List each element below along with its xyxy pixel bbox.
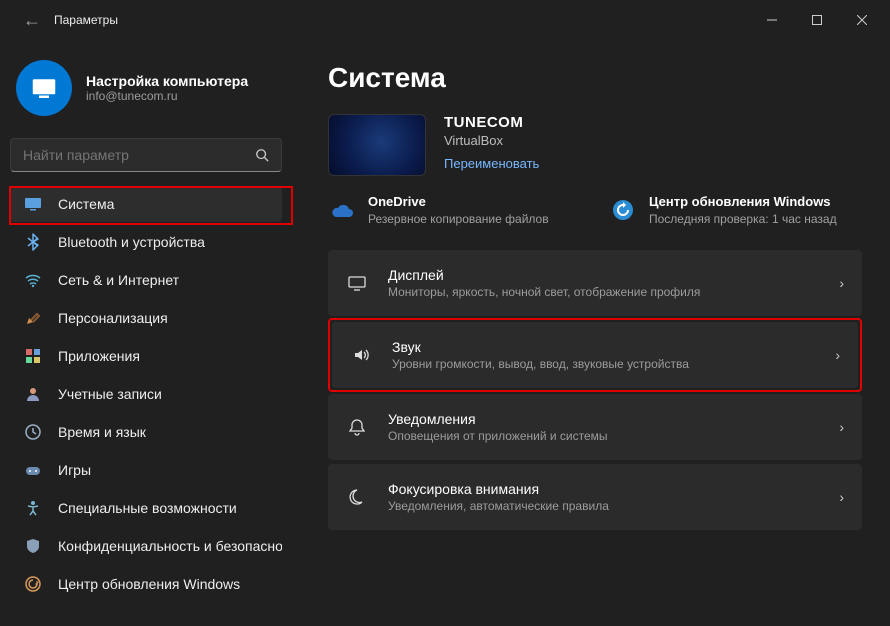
card-title: Звук [392,339,815,355]
update-icon [609,196,637,224]
nav-list: Система Bluetooth и устройства Сеть & и Ин… [10,186,282,602]
nav-item-system[interactable]: Система [10,186,282,222]
card-notifications[interactable]: Уведомления Оповещения от приложений и си… [328,394,862,460]
nav-label: Центр обновления Windows [58,576,240,592]
update-title: Центр обновления Windows [649,194,837,209]
focus-icon [346,487,368,507]
minimize-button[interactable] [749,4,794,36]
card-sound[interactable]: Звук Уровни громкости, вывод, ввод, звуко… [332,322,858,388]
rename-link[interactable]: Переименовать [444,156,539,171]
card-title: Уведомления [388,411,819,427]
nav-item-network[interactable]: Сеть & и Интернет [10,262,282,298]
nav-item-accessibility[interactable]: Специальные возможности [10,490,282,526]
network-icon [24,271,42,289]
update-status[interactable]: Центр обновления Windows Последняя прове… [609,194,862,228]
nav-label: Специальные возможности [58,500,237,516]
avatar [16,60,72,116]
device-thumbnail [328,114,426,176]
privacy-icon [24,537,42,555]
nav-label: Система [58,196,114,212]
accounts-icon [24,385,42,403]
chevron-right-icon: › [839,275,844,291]
gaming-icon [24,461,42,479]
update-icon [24,575,42,593]
close-button[interactable] [839,4,884,36]
card-focus[interactable]: Фокусировка внимания Уведомления, автомат… [328,464,862,530]
cloud-icon [328,196,356,224]
sound-icon [350,345,372,365]
time-icon [24,423,42,441]
nav-item-time[interactable]: Время и язык [10,414,282,450]
card-title: Дисплей [388,267,819,283]
display-icon [346,273,368,293]
user-block[interactable]: Настройка компьютера info@tunecom.ru [10,50,282,134]
nav-label: Время и язык [58,424,146,440]
window-title: Параметры [54,13,118,27]
accessibility-icon [24,499,42,517]
nav-label: Конфиденциальность и безопасность [58,538,282,554]
settings-cards: Дисплей Мониторы, яркость, ночной свет, о… [328,250,862,530]
card-desc: Оповещения от приложений и системы [388,429,819,443]
nav-label: Приложения [58,348,140,364]
search-box[interactable] [10,138,282,172]
maximize-button[interactable] [794,4,839,36]
device-sub: VirtualBox [444,133,539,148]
notifications-icon [346,417,368,437]
chevron-right-icon: › [835,347,840,363]
chevron-right-icon: › [839,419,844,435]
apps-icon [24,347,42,365]
nav-item-privacy[interactable]: Конфиденциальность и безопасность [10,528,282,564]
search-icon [255,148,269,162]
nav-label: Bluetooth и устройства [58,234,205,250]
search-input[interactable] [23,147,255,163]
nav-item-accounts[interactable]: Учетные записи [10,376,282,412]
personalization-icon [24,309,42,327]
card-title: Фокусировка внимания [388,481,819,497]
device-block: TUNECOM VirtualBox Переименовать [328,114,862,176]
nav-item-update[interactable]: Центр обновления Windows [10,566,282,602]
card-desc: Уровни громкости, вывод, ввод, звуковые … [392,357,815,371]
system-icon [24,195,42,213]
nav-label: Персонализация [58,310,168,326]
chevron-right-icon: › [839,489,844,505]
onedrive-title: OneDrive [368,194,549,209]
back-button[interactable]: ← [18,10,46,31]
nav-label: Игры [58,462,91,478]
page-heading: Система [328,62,862,94]
bluetooth-icon [24,233,42,251]
nav-item-apps[interactable]: Приложения [10,338,282,374]
card-display[interactable]: Дисплей Мониторы, яркость, ночной свет, о… [328,250,862,316]
nav-label: Сеть & и Интернет [58,272,179,288]
nav-label: Учетные записи [58,386,162,402]
user-email: info@tunecom.ru [86,89,248,103]
onedrive-desc: Резервное копирование файлов [368,211,549,228]
nav-item-gaming[interactable]: Игры [10,452,282,488]
nav-item-bluetooth[interactable]: Bluetooth и устройства [10,224,282,260]
card-desc: Уведомления, автоматические правила [388,499,819,513]
user-name: Настройка компьютера [86,73,248,89]
onedrive-status[interactable]: OneDrive Резервное копирование файлов [328,194,581,228]
device-name: TUNECOM [444,114,539,131]
card-desc: Мониторы, яркость, ночной свет, отображе… [388,285,819,299]
nav-item-personalization[interactable]: Персонализация [10,300,282,336]
highlight-sound: Звук Уровни громкости, вывод, ввод, звуко… [328,318,862,392]
update-desc: Последняя проверка: 1 час назад [649,211,837,228]
